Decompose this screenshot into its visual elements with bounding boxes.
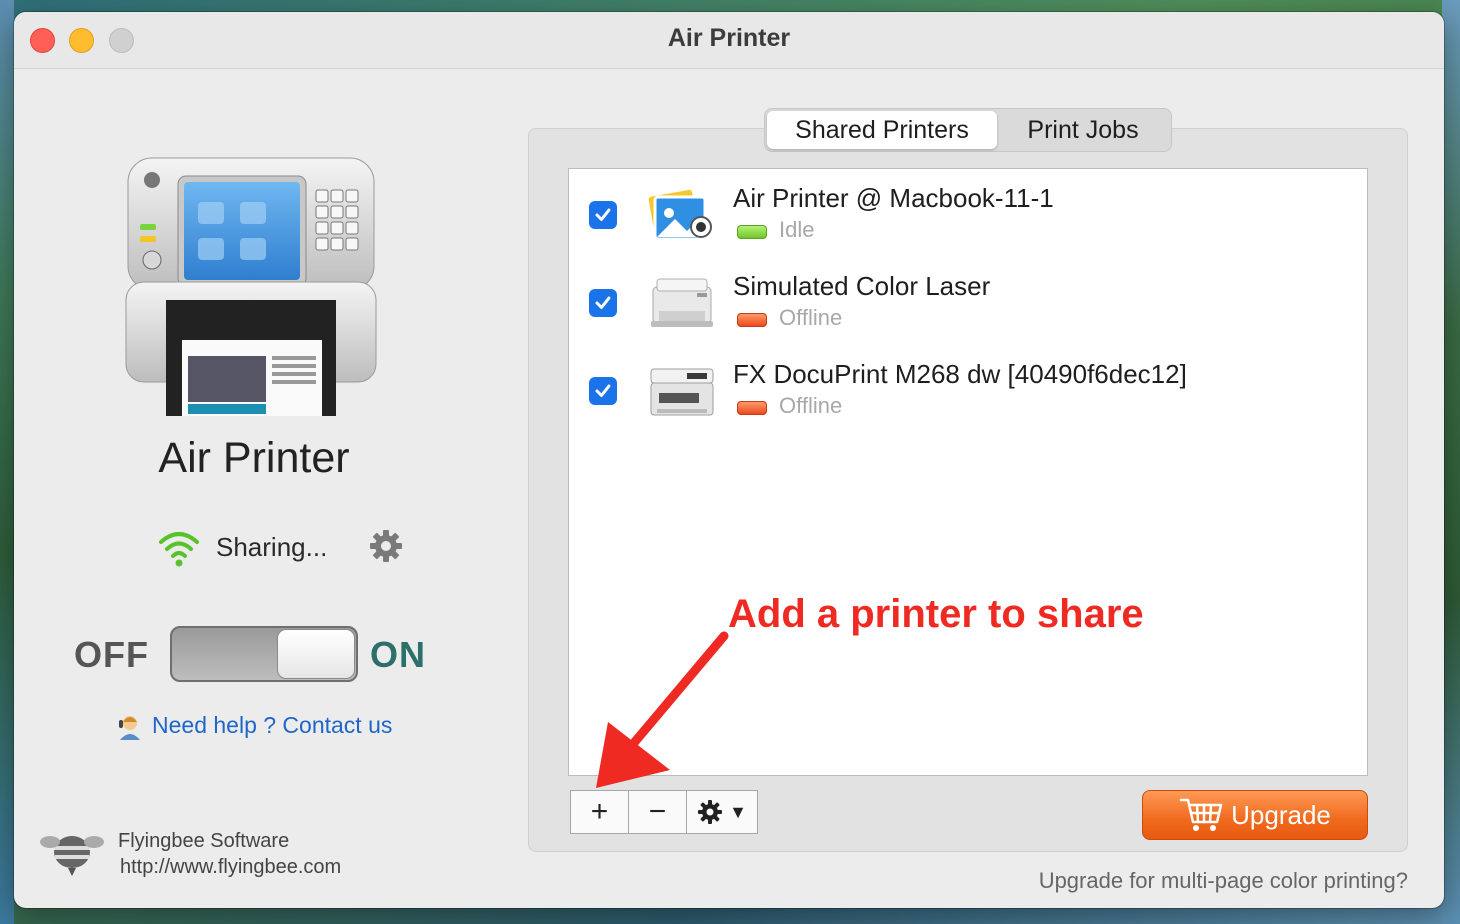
company-name: Flyingbee Software (118, 830, 290, 852)
remove-printer-button[interactable]: − (629, 791, 687, 833)
flyingbee-logo (40, 836, 104, 876)
wifi-icon (159, 532, 199, 567)
printer-name: Air Printer @ Macbook-11-1 (733, 183, 1054, 213)
desktop-background-right (1442, 0, 1460, 924)
checkmark-icon (595, 384, 611, 397)
toggle-knob[interactable] (277, 629, 355, 679)
tab-bar: Shared Printers Print Jobs (764, 108, 1172, 152)
checkmark-icon (595, 296, 611, 309)
printer-row[interactable]: Simulated Color Laser Offline (569, 257, 1367, 345)
tab-shared-printers[interactable]: Shared Printers (767, 111, 997, 149)
status-indicator-idle (737, 225, 767, 239)
printer-status: Offline (779, 393, 843, 418)
tab-print-jobs[interactable]: Print Jobs (999, 111, 1167, 149)
laser-printer-icon (651, 278, 713, 327)
add-printer-annotation: Add a printer to share (728, 592, 1144, 636)
desktop-background-left (0, 0, 14, 924)
air-printer-app-icon (125, 157, 377, 416)
toggle-off-label: OFF (74, 634, 149, 675)
printer-name: Simulated Color Laser (733, 271, 991, 301)
printer-checkbox[interactable] (589, 289, 617, 317)
sharing-toggle[interactable] (170, 626, 358, 682)
multifunction-printer-icon (650, 368, 714, 416)
app-window: Air Printer Air Printer Sharing... OFF O… (14, 12, 1444, 908)
photo-printer-icon (648, 189, 712, 241)
sharing-status: Sharing... (216, 532, 328, 562)
upgrade-button-label: Upgrade (1231, 799, 1331, 830)
printer-row[interactable]: FX DocuPrint M268 dw [40490f6dec12] Offl… (569, 345, 1367, 433)
shopping-cart-icon (1179, 798, 1223, 831)
status-indicator-offline (737, 313, 767, 327)
printer-status: Idle (779, 217, 815, 242)
list-actions-toolbar: + − ▼ (570, 790, 758, 834)
action-menu-button[interactable]: ▼ (687, 791, 757, 833)
title-bar: Air Printer (14, 12, 1444, 69)
printer-row[interactable]: Air Printer @ Macbook-11-1 Idle (569, 169, 1367, 257)
printer-checkbox[interactable] (589, 201, 617, 229)
upgrade-button[interactable]: Upgrade (1142, 790, 1368, 840)
window-title: Air Printer (667, 24, 791, 52)
company-url[interactable]: http://www.flyingbee.com (120, 856, 341, 879)
toggle-on-label: ON (370, 634, 426, 675)
settings-gear-icon[interactable] (368, 528, 404, 564)
printer-checkbox[interactable] (589, 377, 617, 405)
support-agent-icon (119, 716, 140, 740)
chevron-down-icon: ▼ (729, 801, 747, 822)
add-printer-button[interactable]: + (571, 791, 629, 833)
upgrade-note: Upgrade for multi-page color printing? (1038, 868, 1408, 893)
gear-icon (698, 800, 723, 824)
contact-us-link[interactable]: Need help ? Contact us (152, 712, 392, 739)
status-indicator-offline (737, 401, 767, 415)
checkmark-icon (595, 208, 611, 221)
printer-status: Offline (779, 305, 843, 330)
annotation-arrow-icon (596, 631, 729, 788)
app-name-heading: Air Printer (158, 434, 350, 482)
printer-name: FX DocuPrint M268 dw [40490f6dec12] (733, 359, 1187, 389)
